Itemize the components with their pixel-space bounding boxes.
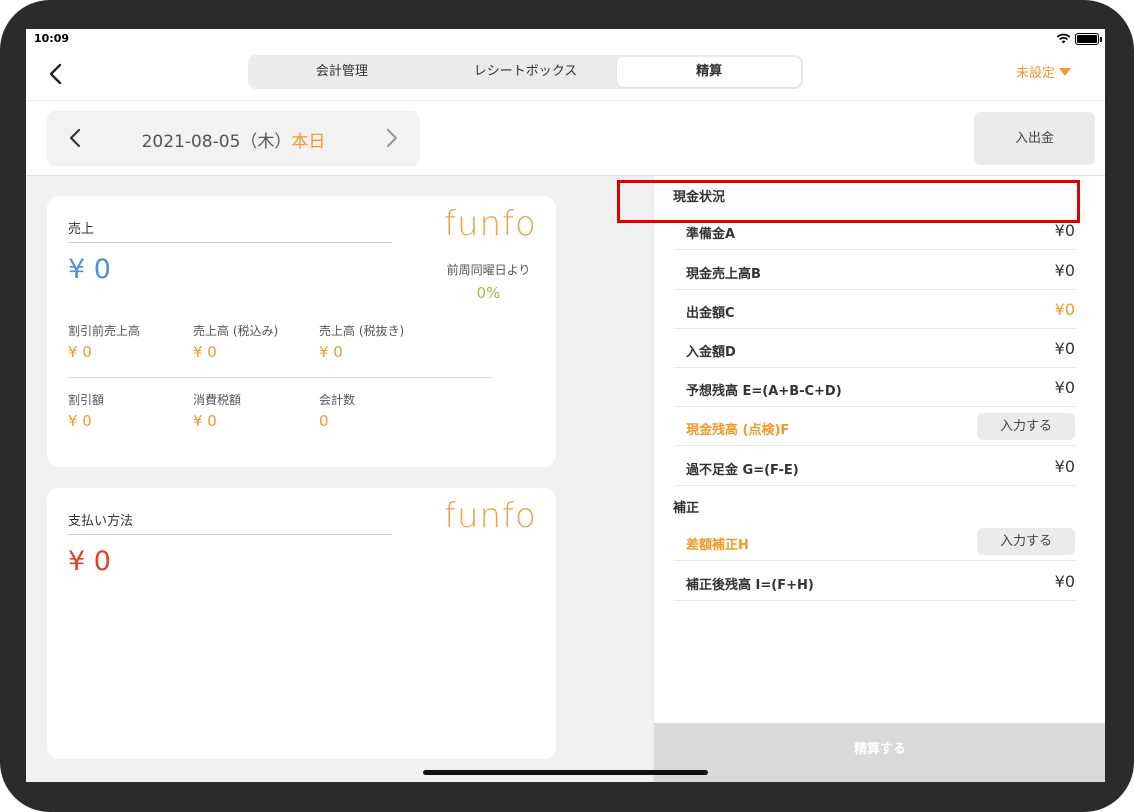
today-label: 本日 [291,132,326,152]
compare-value: 0% [476,284,501,302]
nav-bar: 会計管理 レシートボックス 精算 未設定 [26,51,1105,101]
settlement-panel: 現金状況 準備金A ¥0 現金売上高B ¥0 出金額C ¥0 入金額D ¥0 予… [653,176,1105,782]
date-bar: 2021-08-05（木）本日 入出金 [26,101,1105,176]
enter-cash-balance-button[interactable]: 入力する [977,413,1075,440]
row-label: 現金売上高B [686,267,761,282]
battery-icon [1075,33,1099,45]
row-corrected-balance-i: 補正後残高 I=(F+H) ¥0 [674,562,1077,601]
row-value: ¥0 [1054,261,1075,280]
metric-label: 会計数 [319,393,356,407]
metric-value: ¥ 0 [68,412,92,430]
tab-receipt-box[interactable]: レシートボックス [434,57,618,87]
row-deposit-d: 入金額D ¥0 [674,329,1077,368]
triangle-down-icon [1059,67,1071,76]
row-value: ¥0 [1054,572,1075,591]
row-label: 補正後残高 I=(F+H) [686,578,814,593]
metric-value: ¥ 0 [193,412,217,430]
row-label: 現金残高 (点検)F [686,423,790,438]
funfo-logo: funfo [444,204,537,244]
metric-value: 0 [319,412,329,430]
row-value: ¥0 [1054,300,1075,319]
sales-card: 売上 ¥ 0 funfo 前周同曜日より 0% 割引前売上高 ¥ 0 売上高 (… [47,196,556,467]
section-tabs: 会計管理 レシートボックス 精算 [248,55,803,89]
tab-accounting[interactable]: 会計管理 [250,57,434,87]
enter-correction-button[interactable]: 入力する [977,528,1075,555]
row-label: 入金額D [686,345,736,360]
payment-method-card: 支払い方法 ¥ 0 funfo [47,488,556,759]
status-dropdown-label: 未設定 [1015,66,1055,81]
row-value: ¥0 [1054,378,1075,397]
payment-title: 支払い方法 [68,514,134,529]
row-value: ¥0 [1054,221,1075,240]
back-chevron-icon[interactable] [46,63,66,85]
compare-label: 前周同曜日より [446,263,531,277]
row-cash-balance-f: 現金残高 (点検)F 入力する [674,407,1077,446]
row-label: 過不足金 G=(F-E) [686,463,799,478]
date-selector: 2021-08-05（木）本日 [47,111,420,166]
row-over-short-g: 過不足金 G=(F-E) ¥0 [674,447,1077,486]
wifi-icon [1056,33,1071,44]
summary-area: 売上 ¥ 0 funfo 前周同曜日より 0% 割引前売上高 ¥ 0 売上高 (… [26,176,653,782]
status-bar: 10:09 [26,29,1105,51]
row-label: 準備金A [686,227,736,242]
app-screen: 10:09 会計管理 レシートボックス 精算 未設定 2021-08-05（木）… [26,29,1105,782]
row-label: 出金額C [686,306,735,321]
metric-value: ¥ 0 [193,343,217,361]
battery-cap [1100,37,1102,42]
date-label: 2021-08-05（木）本日 [47,127,420,152]
metric-label: 割引額 [68,393,105,407]
row-expected-balance-e: 予想残高 E=(A+B-C+D) ¥0 [674,368,1077,407]
metric-label: 割引前売上高 [68,324,141,338]
settle-button[interactable]: 精算する [654,723,1105,782]
date-value: 2021-08-05（木） [141,132,292,152]
sales-title: 売上 [68,222,95,237]
metrics-divider [68,377,492,378]
row-cash-sales-b: 現金売上高B ¥0 [674,251,1077,290]
metric-label: 消費税額 [193,393,242,407]
home-indicator [423,770,708,775]
funfo-logo: funfo [444,496,537,536]
correction-title: 補正 [673,501,700,516]
row-value: ¥0 [1054,457,1075,476]
metric-value: ¥ 0 [319,343,343,361]
highlight-box [617,180,1080,223]
row-value: ¥0 [1054,339,1075,358]
row-label: 差額補正H [686,538,749,553]
tab-settlement[interactable]: 精算 [617,57,802,87]
row-difference-correction-h: 差額補正H 入力する [674,522,1077,561]
payment-total: ¥ 0 [68,546,111,577]
metric-label: 売上高 (税込み) [193,324,279,338]
sales-total: ¥ 0 [68,254,111,285]
payment-title-divider [68,534,392,535]
row-label: 予想残高 E=(A+B-C+D) [686,384,842,399]
status-dropdown[interactable]: 未設定 [1016,62,1071,81]
metric-label: 売上高 (税抜き) [319,324,405,338]
row-withdrawal-c: 出金額C ¥0 [674,290,1077,329]
cash-in-out-button[interactable]: 入出金 [974,112,1095,165]
status-time: 10:09 [34,32,70,45]
metric-value: ¥ 0 [68,343,92,361]
sales-title-divider [68,242,392,243]
next-day-chevron-icon[interactable] [384,127,400,149]
